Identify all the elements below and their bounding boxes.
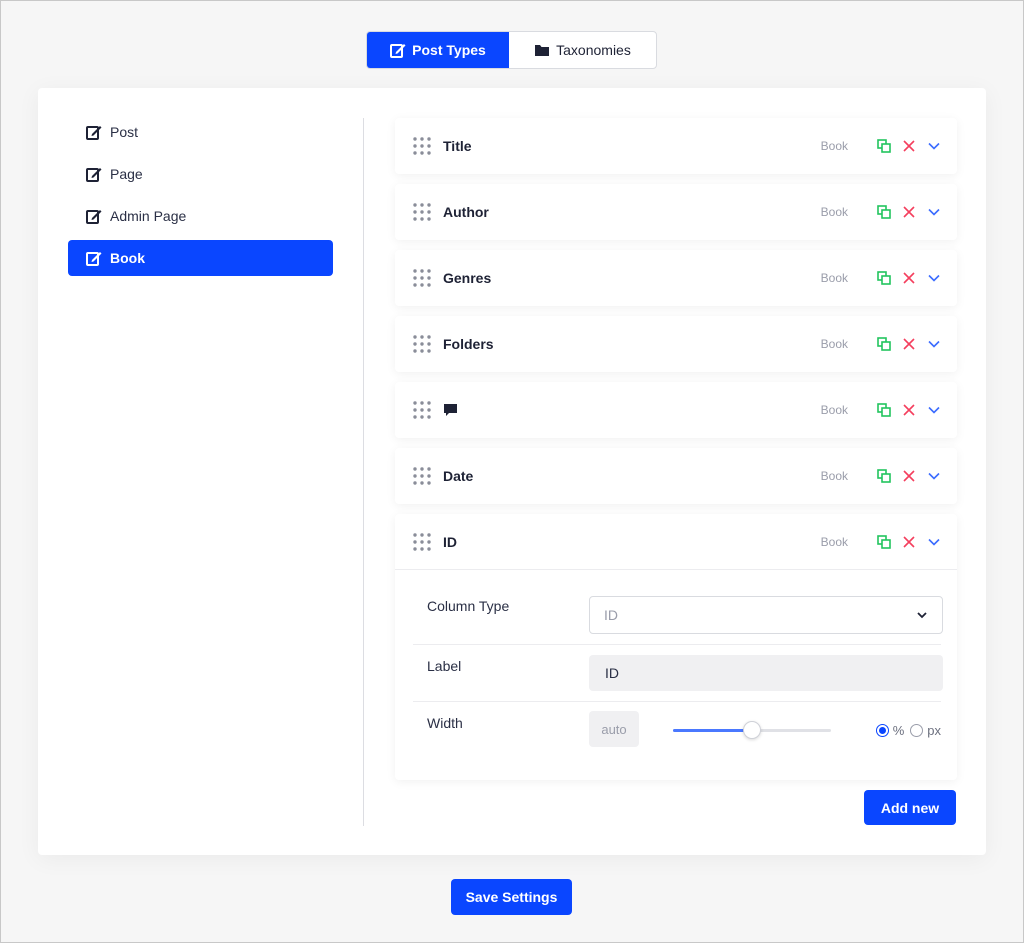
width-label: Width [427,715,463,731]
unit-px-label: px [927,723,941,738]
vertical-divider [363,118,364,826]
sidebar-item-label: Book [110,250,145,266]
chevron-down-icon[interactable] [927,469,941,483]
tab-post-types-label: Post Types [412,42,486,58]
close-icon[interactable] [902,139,916,153]
edit-icon [86,210,102,224]
clone-icon[interactable] [877,337,891,351]
tab-taxonomies-label: Taxonomies [556,42,631,58]
comment-icon [444,404,457,417]
top-tabs: Post Types Taxonomies [366,31,657,69]
post-type-sidebar: Post Page Admin Page Book [68,114,333,282]
column-row-date: Date Book [395,448,957,504]
width-slider-thumb[interactable] [743,721,761,739]
column-type-label: Column Type [427,598,510,614]
column-label [443,402,821,419]
column-type: Book [820,139,848,153]
sidebar-item-label: Page [110,166,143,182]
clone-icon[interactable] [877,403,891,417]
width-slider[interactable] [673,721,831,739]
close-icon[interactable] [902,469,916,483]
chevron-down-icon[interactable] [927,139,941,153]
sidebar-item-label: Admin Page [110,208,187,224]
drag-handle-icon[interactable] [413,203,431,221]
edit-icon [390,44,406,58]
drag-handle-icon[interactable] [413,269,431,287]
clone-icon[interactable] [877,139,891,153]
clone-icon[interactable] [877,271,891,285]
clone-icon[interactable] [877,205,891,219]
edit-icon [86,126,102,140]
column-type: Book [820,271,848,285]
add-new-button[interactable]: Add new [864,790,956,825]
folder-icon [535,45,550,56]
settings-card: Post Page Admin Page Book Title Book Aut… [38,88,986,855]
column-row-author: Author Book [395,184,957,240]
column-row-id: ID Book Column Type ID Label ID Width au… [395,514,957,780]
unit-percent-radio[interactable] [875,724,889,737]
chevron-up-icon[interactable] [927,535,941,549]
column-label: Title [443,138,472,154]
chevron-down-icon[interactable] [927,403,941,417]
close-icon[interactable] [902,337,916,351]
form-divider [413,701,941,702]
drag-handle-icon[interactable] [413,532,431,551]
column-row-folders: Folders Book [395,316,957,372]
label-input[interactable]: ID [589,655,943,691]
column-type: Book [820,337,848,351]
drag-handle-icon[interactable] [413,335,431,353]
chevron-down-icon[interactable] [927,205,941,219]
column-type: Book [820,469,848,483]
close-icon[interactable] [902,271,916,285]
drag-handle-icon[interactable] [413,467,431,485]
sidebar-item-label: Post [110,124,139,140]
close-icon[interactable] [902,205,916,219]
column-label: Date [443,468,474,484]
width-slider-fill [673,729,752,732]
width-unit-group: % px [875,723,941,738]
column-row-comments: Book [395,382,957,438]
label-label: Label [427,658,462,674]
sidebar-item-page[interactable]: Page [68,156,333,192]
tab-post-types[interactable]: Post Types [367,32,509,68]
close-icon[interactable] [902,403,916,417]
column-label: Author [443,204,489,220]
width-input[interactable]: auto [589,711,639,747]
tab-taxonomies[interactable]: Taxonomies [509,32,656,68]
column-label: Genres [443,270,492,286]
clone-icon[interactable] [877,469,891,483]
save-settings-button[interactable]: Save Settings [451,879,572,915]
sidebar-item-admin-page[interactable]: Admin Page [68,198,333,234]
sidebar-item-book[interactable]: Book [68,240,333,276]
unit-percent-label: % [892,723,905,738]
edit-icon [86,252,102,266]
column-row-header: ID Book [395,514,957,570]
drag-handle-icon[interactable] [413,401,431,419]
chevron-down-icon[interactable] [927,337,941,351]
column-type-value: ID [604,607,618,623]
column-row-title: Title Book [395,118,957,174]
edit-icon [86,168,102,182]
chevron-down-icon[interactable] [927,271,941,285]
column-label: Folders [443,336,494,352]
form-divider [413,644,941,645]
chevron-down-icon [917,612,927,619]
clone-icon[interactable] [877,534,891,549]
column-type-select[interactable]: ID [589,596,943,634]
column-type: Book [820,403,848,417]
close-icon[interactable] [902,535,916,549]
sidebar-item-post[interactable]: Post [68,114,333,150]
unit-px-radio[interactable] [910,724,924,737]
column-type: Book [820,205,848,219]
column-type: Book [820,534,848,549]
column-label: ID [443,533,457,550]
column-row-genres: Genres Book [395,250,957,306]
drag-handle-icon[interactable] [413,137,431,155]
column-list: Title Book Author Book Genres Book Folde… [395,118,957,790]
